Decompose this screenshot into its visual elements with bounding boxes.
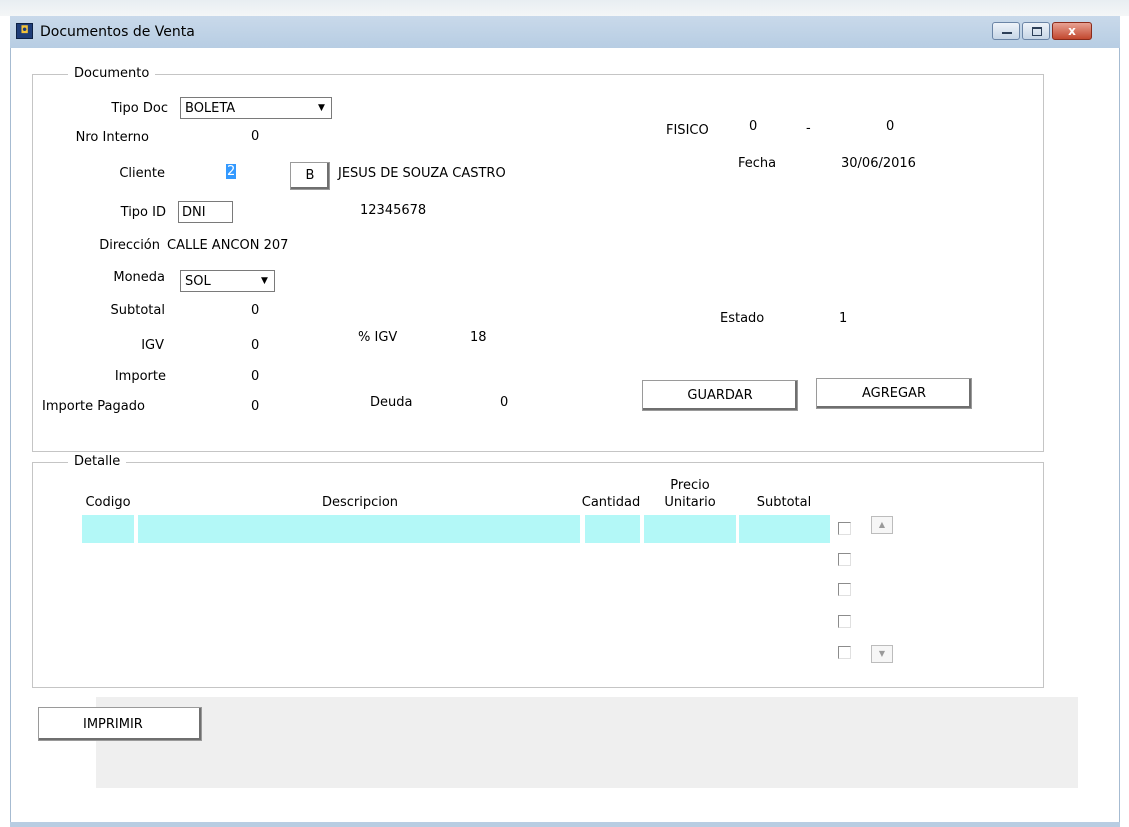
column-header-precio-unitario: Precio Unitario: [650, 477, 730, 511]
tipo-id-field[interactable]: DNI: [178, 201, 233, 223]
app-window: ◘ Documentos de Venta x Documento Tipo D…: [0, 0, 1129, 827]
maximize-button[interactable]: [1022, 22, 1050, 40]
fecha-label: Fecha: [738, 156, 777, 171]
chevron-up-icon: ▲: [878, 520, 886, 529]
chevron-down-icon: ▼: [878, 649, 886, 658]
maximize-icon: [1023, 23, 1049, 39]
row-checkbox[interactable]: [838, 646, 851, 659]
column-header-cantidad: Cantidad: [581, 495, 641, 510]
tipo-doc-label: Tipo Doc: [111, 101, 168, 116]
tipo-doc-select[interactable]: BOLETA ▼: [180, 97, 332, 119]
scroll-down-button[interactable]: ▼: [871, 645, 893, 663]
close-button[interactable]: x: [1052, 22, 1092, 40]
window-title: Documentos de Venta: [40, 24, 195, 40]
estado-label: Estado: [720, 311, 765, 326]
importe-label: Importe: [114, 369, 166, 384]
direccion-label: Dirección: [99, 238, 160, 253]
fisico-serie: 0: [749, 119, 758, 134]
footer-panel: [96, 697, 1078, 788]
agregar-button[interactable]: AGREGAR: [816, 378, 972, 409]
detalle-cell-descripcion[interactable]: [138, 515, 580, 543]
igv-pct-value: 18: [470, 330, 487, 345]
id-number: 12345678: [360, 203, 427, 218]
estado-value: 1: [839, 311, 848, 326]
imprimir-button[interactable]: IMPRIMIR: [38, 707, 202, 741]
tipo-id-value: DNI: [182, 205, 206, 220]
detalle-cell-subtotal[interactable]: [739, 515, 830, 543]
cliente-code: 2: [226, 164, 237, 179]
cliente-code-field[interactable]: 2: [226, 164, 237, 179]
detalle-legend: Detalle: [68, 454, 127, 469]
row-checkbox[interactable]: [838, 522, 851, 535]
title-bar[interactable]: ◘ Documentos de Venta x: [10, 16, 1120, 49]
igv-pct-label: % IGV: [358, 330, 398, 345]
precio-line1: Precio: [670, 478, 710, 493]
minimize-icon: [993, 23, 1019, 39]
documento-legend: Documento: [68, 66, 156, 81]
fecha-value: 30/06/2016: [841, 156, 916, 171]
cliente-label: Cliente: [119, 166, 165, 181]
row-checkbox[interactable]: [838, 615, 851, 628]
moneda-select[interactable]: SOL ▼: [180, 270, 275, 292]
nro-interno-label: Nro Interno: [75, 130, 149, 145]
detalle-cell-codigo[interactable]: [82, 515, 134, 543]
buscar-cliente-button[interactable]: B: [290, 162, 330, 190]
column-header-codigo: Codigo: [85, 495, 131, 510]
fisico-separator: -: [806, 121, 811, 136]
chevron-down-icon: ▼: [261, 276, 268, 286]
minimize-button[interactable]: [992, 22, 1020, 40]
moneda-label: Moneda: [113, 270, 165, 285]
close-icon: x: [1068, 24, 1076, 38]
igv-value: 0: [251, 338, 260, 353]
column-header-subtotal: Subtotal: [756, 495, 812, 510]
tipo-doc-value: BOLETA: [185, 101, 236, 116]
background-strip: [0, 0, 1129, 16]
detalle-cell-cantidad[interactable]: [585, 515, 640, 543]
tipo-id-label: Tipo ID: [120, 205, 166, 220]
importe-pagado-value: 0: [251, 399, 260, 414]
moneda-value: SOL: [185, 274, 211, 289]
direccion-value: CALLE ANCON 207: [167, 238, 289, 253]
scroll-up-button[interactable]: ▲: [871, 516, 893, 534]
deuda-value: 0: [500, 395, 509, 410]
window-bottom-border: [10, 822, 1120, 827]
igv-label: IGV: [141, 338, 164, 353]
importe-value: 0: [251, 369, 260, 384]
subtotal-value: 0: [251, 303, 260, 318]
row-checkbox[interactable]: [838, 553, 851, 566]
fisico-label: FISICO: [666, 123, 709, 138]
chevron-down-icon: ▼: [318, 103, 325, 113]
fisico-numero: 0: [886, 119, 895, 134]
column-header-descripcion: Descripcion: [321, 495, 399, 510]
nro-interno-value: 0: [251, 129, 260, 144]
subtotal-label: Subtotal: [110, 303, 165, 318]
importe-pagado-label: Importe Pagado: [42, 399, 145, 414]
cliente-name: JESUS DE SOUZA CASTRO: [338, 166, 506, 181]
app-icon: ◘: [16, 23, 33, 39]
deuda-label: Deuda: [370, 395, 413, 410]
guardar-button[interactable]: GUARDAR: [642, 380, 798, 411]
row-checkbox[interactable]: [838, 583, 851, 596]
detalle-cell-precio[interactable]: [644, 515, 736, 543]
precio-line2: Unitario: [664, 495, 716, 510]
